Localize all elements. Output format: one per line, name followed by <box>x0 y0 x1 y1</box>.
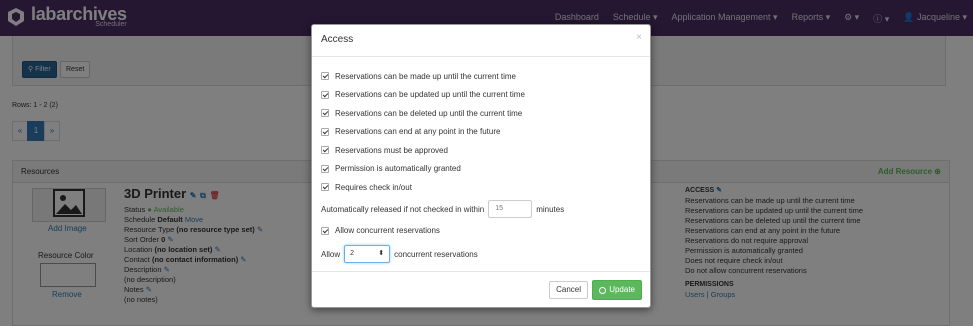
close-icon[interactable]: × <box>636 32 642 43</box>
access-option[interactable]: Reservations can be made up until the cu… <box>321 67 641 86</box>
checkbox-label: Reservations can be updated up until the… <box>335 90 525 100</box>
checkbox-label: Permission is automatically granted <box>335 164 461 174</box>
spinner-icon: ⬍ <box>378 250 385 257</box>
access-option[interactable]: Reservations can be updated up until the… <box>321 86 641 105</box>
access-option[interactable]: Reservations must be approved <box>321 141 641 160</box>
check-circle-icon <box>599 286 607 294</box>
checkbox[interactable] <box>321 72 329 81</box>
update-button-label: Update <box>609 285 635 294</box>
access-option[interactable]: Reservations can be deleted up until the… <box>321 104 641 123</box>
access-option[interactable]: Permission is automatically granted <box>321 160 641 179</box>
checkbox-label: Reservations must be approved <box>335 145 448 155</box>
checkbox[interactable] <box>321 109 329 118</box>
modal-footer: Cancel Update <box>312 271 650 307</box>
checkbox[interactable] <box>321 127 329 136</box>
checkbox-label: Reservations can be made up until the cu… <box>335 71 516 81</box>
checkbox-label: Reservations can end at any point in the… <box>335 127 501 137</box>
checkbox[interactable] <box>321 164 329 173</box>
auto-release-label: Automatically released if not checked in… <box>321 204 485 214</box>
checkbox[interactable] <box>321 183 329 192</box>
checkbox[interactable] <box>321 146 329 155</box>
allow-concurrent-row: Allow 2 ⬍ concurrent reservations <box>321 242 641 266</box>
concurrent-count-select[interactable]: 2 ⬍ <box>344 245 391 263</box>
auto-release-row: Automatically released if not checked in… <box>321 197 641 222</box>
access-option[interactable]: Reservations can end at any point in the… <box>321 123 641 142</box>
access-modal: Access × Reservations can be made up unt… <box>311 24 651 308</box>
auto-release-minutes-input[interactable]: 15 <box>488 200 533 218</box>
concurrent-option[interactable]: Allow concurrent reservations <box>321 222 641 241</box>
update-button[interactable]: Update <box>592 280 642 300</box>
checkbox-label: Requires check in/out <box>335 182 412 192</box>
auto-release-unit: minutes <box>536 204 565 214</box>
checkbox[interactable] <box>321 90 329 99</box>
access-option[interactable]: Requires check in/out <box>321 178 641 197</box>
modal-body: Reservations can be made up until the cu… <box>312 57 650 266</box>
checkbox-label: Reservations can be deleted up until the… <box>335 108 523 118</box>
concurrent-count-value: 2 <box>350 250 355 257</box>
modal-header: Access × <box>312 25 650 57</box>
checkbox[interactable] <box>321 226 329 235</box>
checkbox-label: Allow concurrent reservations <box>335 226 440 236</box>
modal-title: Access <box>321 34 354 45</box>
allow-suffix-label: concurrent reservations <box>394 249 478 259</box>
allow-label: Allow <box>321 249 341 259</box>
cancel-button[interactable]: Cancel <box>549 281 588 299</box>
